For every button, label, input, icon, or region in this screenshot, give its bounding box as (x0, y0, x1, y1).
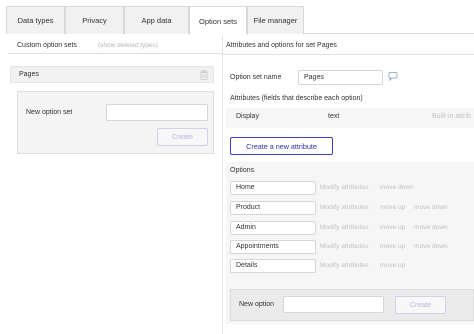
attribute-type: text (328, 113, 340, 120)
move-up-link[interactable]: move up (380, 204, 405, 211)
modify-attributes-link[interactable]: Modify attributes (320, 243, 368, 250)
button-label: Create (409, 301, 431, 309)
button-label: Create (171, 133, 193, 141)
tab-label: Option sets (199, 16, 237, 26)
option-field-product[interactable]: Product (230, 201, 316, 215)
option-field-admin[interactable]: Admin (230, 221, 316, 235)
modify-attributes-link[interactable]: Modify attributes (320, 224, 368, 231)
modify-attributes-link[interactable]: Modify attributes (320, 204, 368, 211)
new-option-form: New option Create (230, 289, 474, 321)
modify-attributes-link[interactable]: Modify attributes (320, 262, 368, 269)
move-up-link[interactable]: move up (380, 243, 405, 250)
option-value: Admin (236, 224, 256, 231)
option-value: Home (236, 184, 255, 191)
move-down-link[interactable]: move down (380, 184, 414, 191)
new-option-set-form: New option set Create (17, 91, 214, 154)
tab-label: File manager (253, 16, 298, 25)
move-up-link[interactable]: move up (380, 262, 405, 269)
button-label: Create a new attribute (246, 141, 317, 151)
option-set-item-pages[interactable]: Pages (10, 66, 214, 83)
option-set-label: Pages (19, 71, 39, 78)
options-heading: Options (230, 167, 255, 174)
new-option-label: New option (239, 301, 275, 308)
option-sets-title: Custom option sets (17, 42, 77, 49)
tab-label: Data types (17, 16, 54, 25)
option-value: Product (236, 204, 261, 211)
attributes-title: Attributes and options for set Pages (226, 42, 337, 49)
trash-icon[interactable] (200, 70, 208, 80)
create-option-button[interactable]: Create (395, 296, 446, 314)
create-option-set-button[interactable]: Create (157, 128, 208, 146)
comment-icon[interactable] (388, 72, 398, 81)
new-option-set-input[interactable] (106, 104, 208, 121)
option-value: Appointments (236, 243, 279, 250)
attribute-note: Built-in attrib (432, 113, 471, 120)
tab-bar: Data types Privacy App data Option sets … (6, 6, 474, 35)
move-down-link[interactable]: move down (414, 243, 448, 250)
new-option-set-label: New option set (26, 109, 73, 116)
show-deleted-link[interactable]: (show deleted types) (98, 42, 158, 49)
tab-file-manager[interactable]: File manager (247, 6, 304, 34)
attributes-heading: Attributes (fields that describe each op… (230, 95, 363, 102)
create-attribute-button[interactable]: Create a new attribute (230, 137, 333, 155)
option-field-appointments[interactable]: Appointments (230, 240, 316, 254)
tab-option-sets[interactable]: Option sets (189, 6, 247, 35)
option-set-name-label: Option set name (230, 74, 282, 81)
tab-privacy[interactable]: Privacy (65, 6, 124, 34)
tab-label: App data (141, 16, 172, 25)
tab-data-types[interactable]: Data types (6, 6, 65, 34)
tab-app-data[interactable]: App data (124, 6, 189, 34)
option-field-details[interactable]: Details (230, 259, 316, 273)
move-up-link[interactable]: move up (380, 224, 405, 231)
header-divider (223, 54, 474, 55)
option-set-name-input[interactable] (298, 70, 383, 85)
attribute-row: Display text Built-in attrib (226, 108, 474, 128)
new-option-input[interactable] (283, 296, 384, 313)
panel-divider (222, 36, 223, 334)
attribute-name: Display (236, 113, 259, 120)
option-value: Details (236, 262, 258, 269)
modify-attributes-link[interactable]: Modify attributes (320, 184, 368, 191)
option-field-home[interactable]: Home (230, 181, 316, 195)
move-down-link[interactable]: move down (414, 204, 448, 211)
option-sets-header: Custom option sets (show deleted types) (8, 36, 222, 54)
move-down-link[interactable]: move down (414, 224, 448, 231)
tab-label: Privacy (82, 16, 107, 25)
